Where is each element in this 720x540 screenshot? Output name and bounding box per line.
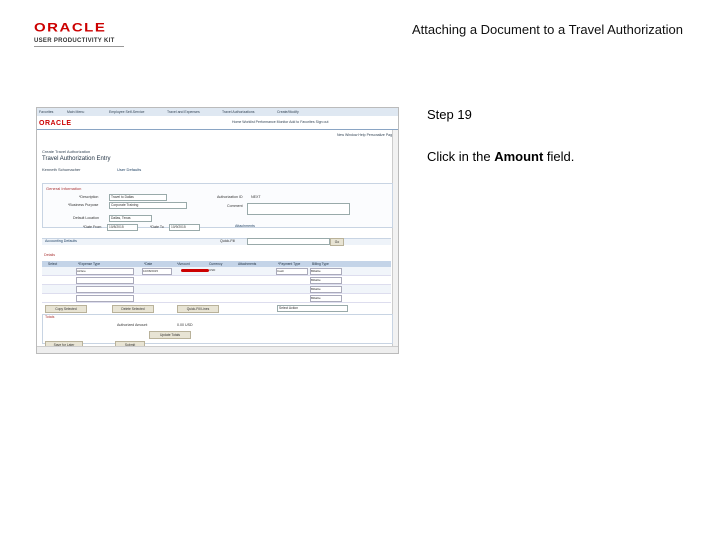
instruction-text-after: field. — [543, 149, 575, 164]
nav-item[interactable]: Create/Modify — [277, 110, 299, 114]
col-header: Select — [48, 262, 58, 266]
application-screenshot: Favorites Main Menu Employee Self-Servic… — [36, 107, 399, 354]
user-defaults-link[interactable]: User Defaults — [117, 167, 141, 172]
expense-type-select[interactable]: Airfare — [76, 268, 134, 275]
authorization-id-value: NEXT — [251, 195, 261, 199]
nav-item[interactable]: Main Menu — [67, 110, 84, 114]
billing-type-select[interactable]: Billable — [310, 286, 342, 293]
instruction-field-name: Amount — [494, 149, 544, 164]
default-location-field[interactable]: Dallas, Texas — [109, 215, 152, 222]
expense-row: Billable — [42, 285, 391, 294]
accounting-defaults-link[interactable]: Accounting Defaults — [45, 239, 77, 243]
delete-selected-button[interactable]: Delete Selected — [112, 305, 154, 313]
col-header: Billing Type — [312, 262, 329, 266]
logo-text: ORACLE — [34, 21, 107, 35]
section-title: General Information — [46, 186, 82, 191]
horizontal-scrollbar[interactable] — [37, 346, 398, 353]
billing-type-select[interactable]: Billable — [310, 277, 342, 284]
totals-heading: Totals — [45, 315, 55, 319]
instruction-text-before: Click in the — [427, 149, 495, 164]
logo-divider — [34, 46, 124, 47]
step-label: Step 19 — [427, 107, 472, 122]
payment-type-select[interactable]: Cash — [276, 268, 308, 275]
col-header: Currency — [209, 262, 223, 266]
breadcrumb: Create Travel Authorization — [42, 149, 91, 154]
col-header: *Amount — [177, 262, 190, 266]
step-instruction: Click in the Amount field. — [427, 149, 574, 164]
top-navigation: Favorites Main Menu Employee Self-Servic… — [37, 108, 398, 116]
expense-type-select[interactable] — [76, 295, 134, 302]
nav-item[interactable]: Travel and Expenses — [167, 110, 200, 114]
nav-item[interactable]: Favorites — [39, 110, 53, 114]
details-heading: Details — [44, 253, 55, 257]
default-location-label: Default Location — [73, 216, 99, 220]
billing-type-select[interactable]: Billable — [310, 295, 342, 302]
business-purpose-select[interactable]: Corporate Training — [109, 202, 187, 209]
date-from-field[interactable]: 10/8/2015 — [107, 224, 138, 231]
col-header: *Payment Type — [278, 262, 301, 266]
app-logo: ORACLE — [39, 120, 72, 127]
authorization-id-label: Authorization ID — [217, 195, 243, 199]
select-action-dropdown[interactable]: Select Action — [277, 305, 348, 312]
expense-type-select[interactable] — [76, 277, 134, 284]
comment-label: Comment — [227, 204, 243, 208]
totals-panel — [42, 314, 393, 344]
logo-subtext: USER PRODUCTIVITY KIT — [34, 38, 115, 44]
col-header: *Expense Type — [78, 262, 101, 266]
business-purpose-label: *Business Purpose — [68, 203, 99, 207]
quick-fill-lines-button[interactable]: Quick-Fill Lines — [177, 305, 219, 313]
nav-item[interactable]: Employee Self-Service — [109, 110, 144, 114]
quick-fill-label: Quick-Fill — [220, 239, 235, 243]
description-label: *Description — [79, 195, 99, 199]
description-field[interactable]: Travel to Dallas — [109, 194, 167, 201]
comment-field[interactable] — [247, 203, 350, 215]
amount-field-highlight[interactable] — [181, 269, 209, 272]
date-to-field[interactable]: 10/9/2015 — [169, 224, 200, 231]
copy-selected-button[interactable]: Copy Selected — [45, 305, 87, 313]
nav-item[interactable]: Travel Authorizations — [222, 110, 255, 114]
authorized-amount-label: Authorized Amount — [117, 323, 148, 327]
expense-row: Billable — [42, 276, 391, 285]
quick-fill-select[interactable] — [247, 238, 330, 245]
expense-type-select[interactable] — [76, 286, 134, 293]
app-menu[interactable]: Home Worklist Performance Monitor Add to… — [232, 120, 328, 124]
employee-name: Kenneth Schumacher — [42, 167, 81, 172]
currency-value: USD — [209, 268, 216, 272]
expense-row: Airfare 10/08/2015 USD Cash Billable — [42, 267, 391, 276]
billing-type-select[interactable]: Billable — [310, 268, 342, 275]
authorized-amount-value: 0.00 USD — [177, 323, 193, 327]
oracle-logo: ORACLE USER PRODUCTIVITY KIT — [34, 22, 124, 44]
attachments-link[interactable]: Attachments — [235, 224, 255, 228]
update-totals-button[interactable]: Update Totals — [149, 331, 191, 339]
utility-links[interactable]: New Window Help Personalize Page — [337, 133, 394, 137]
go-button[interactable]: Go — [330, 238, 344, 246]
expense-row: Billable — [42, 294, 391, 303]
header-divider — [37, 129, 398, 130]
col-header: *Date — [144, 262, 153, 266]
document-title: Attaching a Document to a Travel Authori… — [412, 22, 683, 37]
date-to-label: *Date To — [150, 225, 164, 229]
col-header: Attachments — [238, 262, 257, 266]
date-from-label: *Date From — [83, 225, 102, 229]
expense-date-field[interactable]: 10/08/2015 — [142, 268, 172, 275]
page-title: Travel Authorization Entry — [42, 156, 111, 162]
